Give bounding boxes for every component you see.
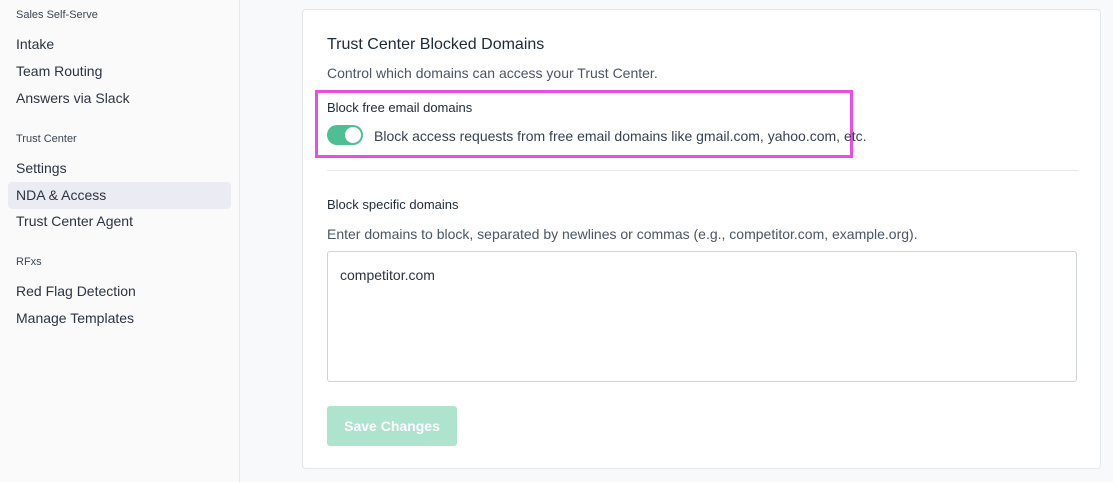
sidebar-item-nda-access[interactable]: NDA & Access <box>8 182 231 209</box>
sidebar-item-trust-center-agent[interactable]: Trust Center Agent <box>8 208 231 235</box>
specific-domains-label: Block specific domains <box>327 197 459 212</box>
sidebar-item-manage-templates[interactable]: Manage Templates <box>8 305 231 332</box>
blocked-domains-card: Trust Center Blocked Domains Control whi… <box>302 9 1101 469</box>
sidebar-item-team-routing[interactable]: Team Routing <box>8 58 231 85</box>
section-title-sales-self-serve: Sales Self-Serve <box>16 9 98 21</box>
toggle-knob <box>345 127 361 143</box>
sidebar-item-red-flag-detection[interactable]: Red Flag Detection <box>8 278 231 305</box>
specific-domains-description: Enter domains to block, separated by new… <box>327 226 918 242</box>
blocked-domains-textarea[interactable]: competitor.com <box>327 251 1077 382</box>
free-email-label: Block free email domains <box>327 100 473 115</box>
section-title-trust-center: Trust Center <box>16 133 77 145</box>
sidebar-item-answers-via-slack[interactable]: Answers via Slack <box>8 85 231 112</box>
divider <box>327 170 1078 171</box>
sidebar: Sales Self-Serve Intake Team Routing Ans… <box>0 0 240 482</box>
save-changes-button[interactable]: Save Changes <box>327 406 457 446</box>
free-email-description: Block access requests from free email do… <box>374 128 867 144</box>
sidebar-item-settings[interactable]: Settings <box>8 155 231 182</box>
sidebar-item-intake[interactable]: Intake <box>8 31 231 58</box>
free-email-toggle[interactable] <box>327 125 363 145</box>
card-title: Trust Center Blocked Domains <box>327 36 545 53</box>
card-subtitle: Control which domains can access your Tr… <box>327 65 658 81</box>
section-title-rfxs: RFxs <box>16 256 42 268</box>
